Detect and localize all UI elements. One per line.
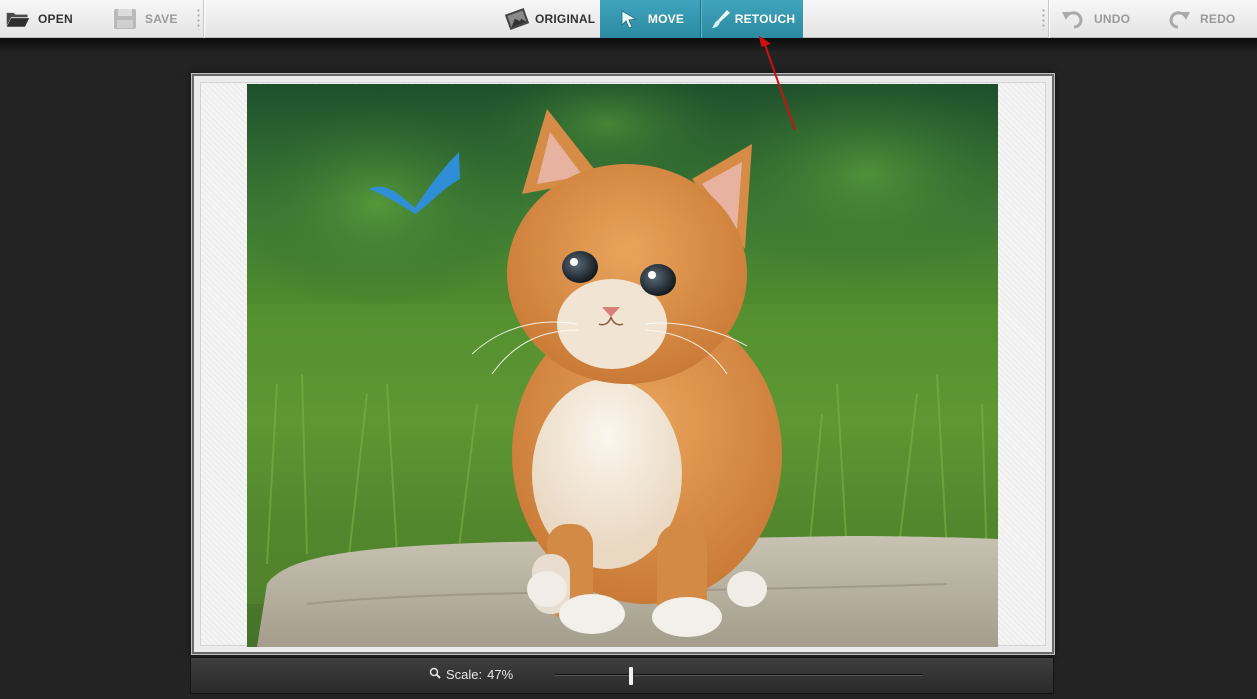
- redo-label: REDO: [1200, 12, 1236, 26]
- toolbar-grip: [197, 8, 200, 30]
- canvas-frame: [191, 73, 1055, 655]
- toolbar-divider: [203, 0, 205, 38]
- toolbar: OPEN SAVE ORIGINAL MOVE RETOUCH UNDO RED…: [0, 0, 1257, 38]
- scale-label: Scale: 47%: [429, 667, 513, 682]
- open-label: OPEN: [38, 12, 73, 26]
- kitten-illustration: [247, 84, 998, 647]
- annotation-arrow: [758, 35, 796, 131]
- original-label: ORIGINAL: [535, 12, 596, 26]
- redo-arrow-icon: [1166, 7, 1192, 31]
- open-button[interactable]: OPEN: [5, 0, 73, 38]
- redo-button[interactable]: REDO: [1166, 0, 1235, 38]
- scale-value: 47%: [487, 667, 514, 682]
- undo-arrow-icon: [1060, 7, 1086, 31]
- original-button[interactable]: ORIGINAL: [504, 0, 595, 38]
- magnifier-icon: [429, 667, 441, 682]
- scale-prefix: Scale:: [446, 667, 483, 682]
- photo-icon: [504, 7, 530, 31]
- floppy-disk-icon: [112, 7, 138, 31]
- scale-slider-thumb[interactable]: [629, 667, 634, 685]
- toolbar-grip-right: [1042, 8, 1045, 30]
- toolbar-divider-right: [1048, 0, 1050, 38]
- canvas-area[interactable]: [200, 82, 1046, 647]
- retouch-label: RETOUCH: [734, 12, 796, 26]
- cursor-arrow-icon: [616, 7, 642, 31]
- save-label: SAVE: [145, 12, 178, 26]
- folder-open-icon: [5, 7, 31, 31]
- brush-icon: [710, 7, 732, 31]
- undo-label: UNDO: [1094, 12, 1131, 26]
- move-label: MOVE: [647, 12, 685, 26]
- scale-slider-track[interactable]: [554, 674, 922, 676]
- undo-button[interactable]: UNDO: [1060, 0, 1130, 38]
- save-button[interactable]: SAVE: [112, 0, 178, 38]
- toolbar-shadow: [0, 38, 1257, 52]
- scale-bar: Scale: 47%: [190, 657, 1054, 694]
- photo-kitten[interactable]: [247, 84, 998, 647]
- tab-move[interactable]: MOVE: [600, 0, 700, 38]
